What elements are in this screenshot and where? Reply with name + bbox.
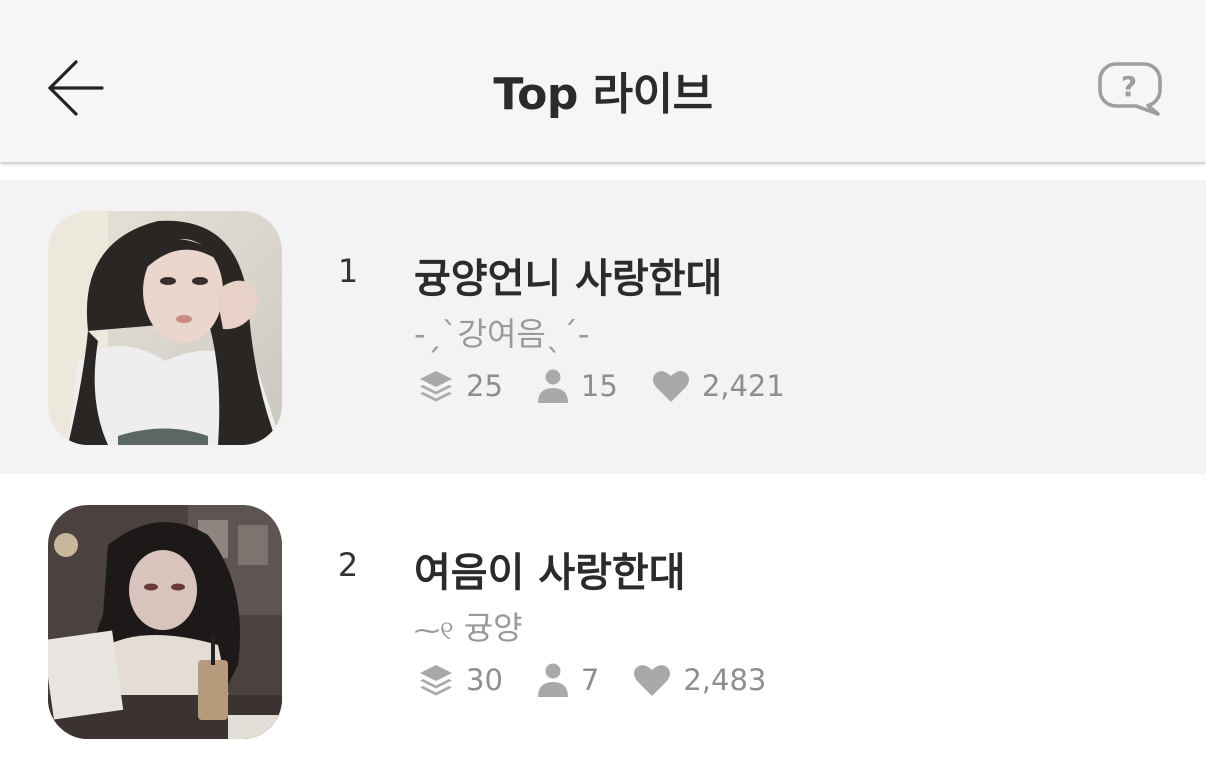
help-button[interactable]: ? — [1098, 60, 1164, 118]
top-bar: Top 라이브 ? — [0, 0, 1206, 162]
page-title: Top 라이브 — [493, 69, 713, 120]
viewer-count: 15 — [580, 369, 618, 403]
person-icon — [537, 369, 568, 403]
host-name-text: 귱양 — [463, 609, 523, 647]
heart-icon — [634, 665, 671, 696]
like-count: 2,483 — [683, 663, 767, 697]
svg-text:?: ? — [1121, 70, 1137, 103]
layers-icon — [420, 371, 452, 402]
host-name: ⁓୧ 귱양 — [414, 603, 523, 649]
episode-count: 25 — [466, 369, 503, 403]
live-thumbnail-1 — [48, 211, 282, 445]
heart-icon — [652, 371, 689, 402]
rank-number: 1 — [337, 252, 359, 290]
like-count: 2,421 — [701, 369, 785, 403]
host-flourish: ⁓୧ — [414, 616, 454, 646]
person-icon — [537, 663, 568, 697]
top-live-list: 1 귱양언니 사랑한대 -ˏˋ강여음ˎˊ- 25 15 2,421 2 여음이 … — [0, 180, 1206, 768]
live-stats: 30 7 2,483 — [418, 660, 800, 700]
live-thumbnail-2 — [48, 505, 282, 739]
live-title: 귱양언니 사랑한대 — [414, 256, 723, 302]
viewer-count: 7 — [580, 663, 600, 697]
live-title: 여음이 사랑한대 — [414, 550, 686, 596]
episode-count: 30 — [466, 663, 503, 697]
live-list-item-1[interactable]: 1 귱양언니 사랑한대 -ˏˋ강여음ˎˊ- 25 15 2,421 — [0, 180, 1206, 474]
layers-icon — [420, 665, 452, 696]
live-list-item-2[interactable]: 2 여음이 사랑한대 ⁓୧ 귱양 30 7 2,483 — [0, 474, 1206, 768]
rank-number: 2 — [337, 546, 359, 584]
question-bubble-icon: ? — [1098, 62, 1162, 116]
live-stats: 25 15 2,421 — [418, 366, 819, 406]
host-name: -ˏˋ강여음ˎˊ- — [414, 315, 590, 353]
